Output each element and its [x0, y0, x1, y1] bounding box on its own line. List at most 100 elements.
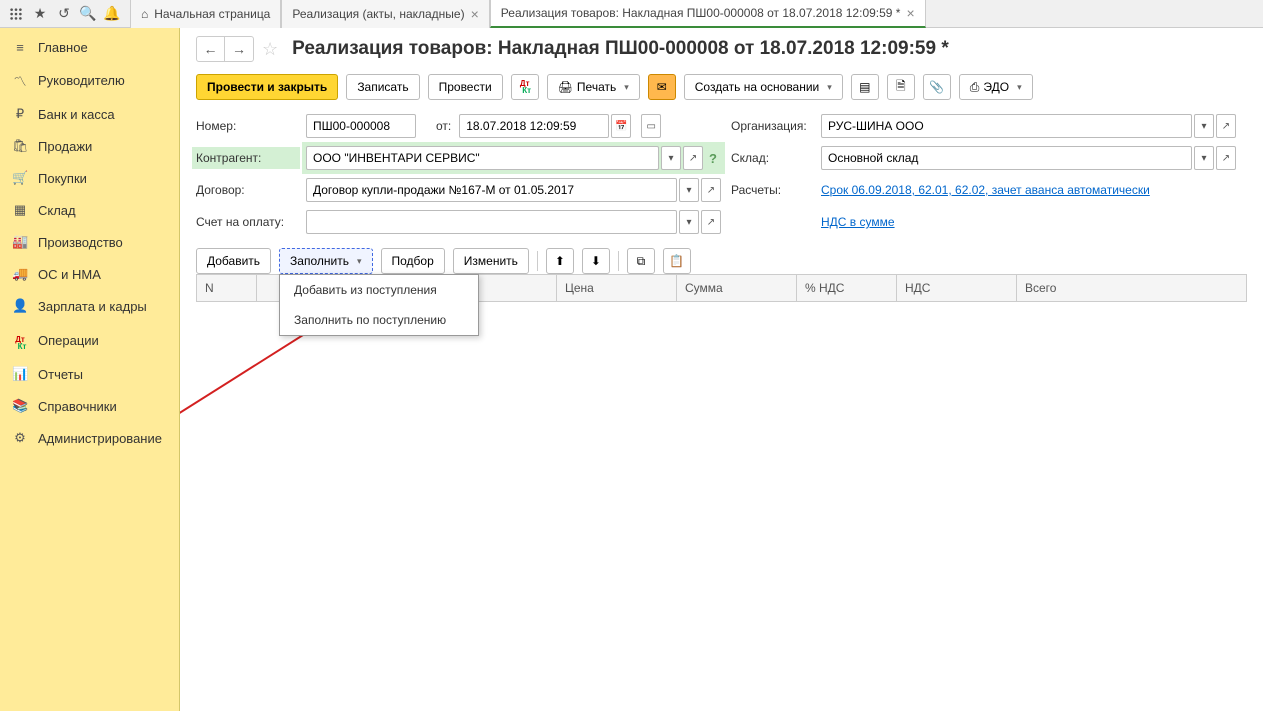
email-button[interactable]: ✉	[648, 74, 676, 100]
settlements-link[interactable]: Срок 06.09.2018, 62.01, 62.02, зачет ава…	[821, 183, 1150, 197]
post-and-close-button[interactable]: Провести и закрыть	[196, 74, 338, 100]
create-based-on-button[interactable]: Создать на основании	[684, 74, 843, 100]
sidebar: ≡Главное 〽Руководителю ₽Банк и касса 🛍Пр…	[0, 28, 180, 711]
movements-button[interactable]: ДтКт	[511, 74, 539, 100]
select-button[interactable]: Подбор	[381, 248, 445, 274]
move-down-button[interactable]: ⬇	[582, 248, 610, 274]
fill-button[interactable]: Заполнить	[279, 248, 372, 274]
sidebar-item-admin[interactable]: ⚙Администрирование	[0, 422, 179, 454]
nav-arrows: ← →	[196, 36, 254, 62]
open-icon[interactable]: ↗	[701, 210, 721, 234]
attachments-button[interactable]: 📎	[923, 74, 951, 100]
sidebar-item-sales[interactable]: 🛍Продажи	[0, 130, 179, 162]
number-label: Номер:	[196, 119, 296, 133]
vat-link[interactable]: НДС в сумме	[821, 215, 895, 229]
help-icon[interactable]: ?	[705, 151, 721, 166]
structure-button[interactable]: ▤	[851, 74, 879, 100]
page-title: Реализация товаров: Накладная ПШ00-00000…	[292, 38, 949, 60]
sidebar-item-label: Операции	[38, 333, 99, 348]
save-button[interactable]: Записать	[346, 74, 419, 100]
paste-button[interactable]: 📋	[663, 248, 691, 274]
sidebar-item-bank[interactable]: ₽Банк и касса	[0, 98, 179, 130]
ruble-icon: ₽	[12, 106, 28, 122]
sidebar-item-label: Продажи	[38, 139, 92, 154]
factory-icon: 🏭	[12, 234, 28, 250]
invoice-field[interactable]	[306, 210, 677, 234]
warehouse-field[interactable]	[821, 146, 1192, 170]
date-field[interactable]	[459, 114, 609, 138]
sidebar-item-label: Руководителю	[38, 73, 125, 88]
dropdown-icon[interactable]: ▾	[1194, 114, 1214, 138]
open-icon[interactable]: ↗	[683, 146, 703, 170]
org-field[interactable]	[821, 114, 1192, 138]
tab-label: Начальная страница	[154, 7, 270, 21]
post-button[interactable]: Провести	[428, 74, 503, 100]
contract-field[interactable]	[306, 178, 677, 202]
printer-icon: 🖨	[558, 80, 573, 94]
counterparty-label: Контрагент:	[192, 147, 300, 169]
edo-button[interactable]: ⎙ЭДО	[959, 74, 1033, 100]
settlements-label: Расчеты:	[731, 183, 811, 197]
dropdown-icon[interactable]: ▾	[661, 146, 681, 170]
print-label: Печать	[577, 80, 616, 94]
date-label: от:	[436, 119, 451, 133]
print-button[interactable]: 🖨 Печать	[547, 74, 640, 100]
open-icon[interactable]: ↗	[701, 178, 721, 202]
related-docs-button[interactable]: 🗎	[887, 74, 915, 100]
sidebar-item-assets[interactable]: 🚚ОС и НМА	[0, 258, 179, 290]
copy-button[interactable]: ⧉	[627, 248, 655, 274]
sidebar-item-label: Администрирование	[38, 431, 162, 446]
bell-icon[interactable]: 🔔	[100, 2, 124, 26]
sidebar-item-production[interactable]: 🏭 Производство	[0, 226, 179, 258]
menu-icon: ≡	[12, 40, 28, 55]
edo-label: ЭДО	[983, 80, 1009, 94]
move-up-button[interactable]: ⬆	[546, 248, 574, 274]
open-icon[interactable]: ↗	[1216, 146, 1236, 170]
dropdown-icon[interactable]: ▾	[679, 178, 699, 202]
sidebar-item-catalogs[interactable]: 📚Справочники	[0, 390, 179, 422]
star-icon[interactable]: ★	[28, 2, 52, 26]
sidebar-item-label: Справочники	[38, 399, 117, 414]
sidebar-item-label: Покупки	[38, 171, 87, 186]
col-price: Цена	[557, 275, 677, 302]
close-icon[interactable]: ×	[471, 6, 479, 22]
cart-icon: 🛒	[12, 170, 28, 186]
tab-realization-doc[interactable]: Реализация товаров: Накладная ПШ00-00000…	[490, 0, 926, 28]
sidebar-item-reports[interactable]: 📊 Отчеты	[0, 358, 179, 390]
number-field[interactable]	[306, 114, 416, 138]
sidebar-item-label: Отчеты	[38, 367, 83, 382]
home-icon: ⌂	[141, 7, 148, 21]
sidebar-item-purchases[interactable]: 🛒 Покупки	[0, 162, 179, 194]
sidebar-item-hr[interactable]: 👤Зарплата и кадры	[0, 290, 179, 322]
change-button[interactable]: Изменить	[453, 248, 529, 274]
sidebar-item-warehouse[interactable]: ▦Склад	[0, 194, 179, 226]
sidebar-item-label: Зарплата и кадры	[38, 299, 147, 314]
report-icon: 📊	[12, 366, 28, 382]
nav-forward-button[interactable]: →	[225, 37, 253, 61]
close-icon[interactable]: ×	[906, 5, 914, 21]
dropdown-icon[interactable]: ▾	[1194, 146, 1214, 170]
fill-by-receipt[interactable]: Заполнить по поступлению	[280, 305, 478, 335]
add-row-button[interactable]: Добавить	[196, 248, 271, 274]
doc-status-icon[interactable]: ▭	[641, 114, 661, 138]
sidebar-item-main[interactable]: ≡Главное	[0, 32, 179, 63]
col-vat-pct: % НДС	[797, 275, 897, 302]
fill-add-from-receipt[interactable]: Добавить из поступления	[280, 275, 478, 305]
sidebar-item-manager[interactable]: 〽Руководителю	[0, 63, 179, 98]
tab-home[interactable]: ⌂ Начальная страница	[130, 0, 281, 28]
favorite-star-icon[interactable]: ☆	[262, 39, 278, 60]
sidebar-item-label: Производство	[38, 235, 123, 250]
open-icon[interactable]: ↗	[1216, 114, 1236, 138]
separator	[618, 251, 619, 271]
col-n: N	[197, 275, 257, 302]
calendar-icon[interactable]: 📅	[611, 114, 631, 138]
search-icon[interactable]: 🔍	[76, 2, 100, 26]
dropdown-icon[interactable]: ▾	[679, 210, 699, 234]
sidebar-item-operations[interactable]: ДтКтОперации	[0, 322, 179, 358]
tab-label: Реализация товаров: Накладная ПШ00-00000…	[501, 6, 901, 20]
nav-back-button[interactable]: ←	[197, 37, 225, 61]
apps-icon[interactable]	[4, 2, 28, 26]
history-icon[interactable]: ↺	[52, 2, 76, 26]
tab-realization-list[interactable]: Реализация (акты, накладные) ×	[281, 0, 489, 28]
counterparty-field[interactable]	[306, 146, 659, 170]
